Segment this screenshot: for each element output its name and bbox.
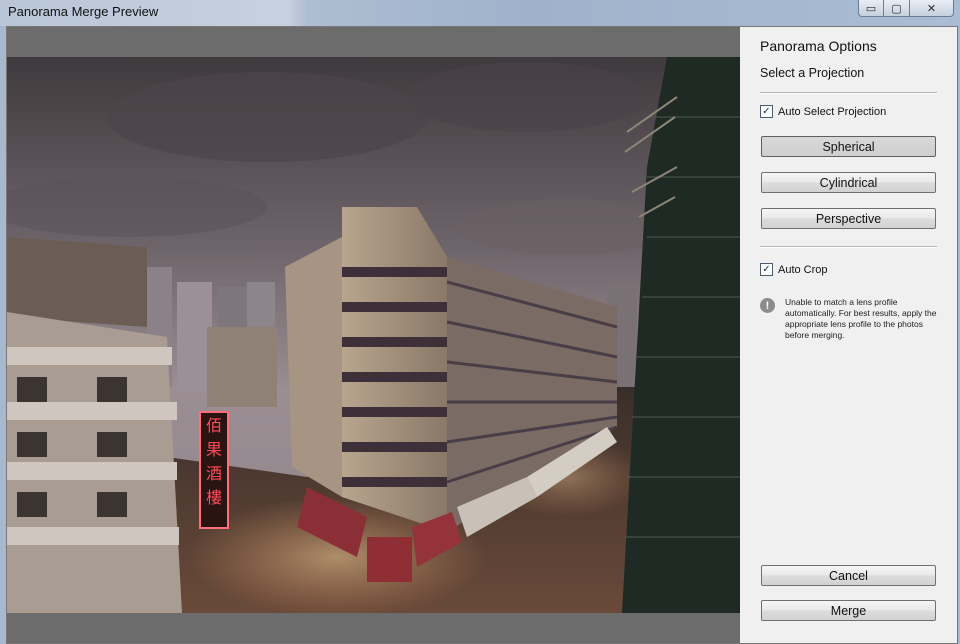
cylindrical-button[interactable]: Cylindrical: [761, 172, 936, 193]
projection-subheading: Select a Projection: [760, 66, 865, 80]
perspective-button[interactable]: Perspective: [761, 208, 936, 229]
warning-icon: !: [760, 298, 775, 313]
close-button[interactable]: ✕: [910, 0, 954, 17]
divider: [760, 92, 937, 94]
cancel-button[interactable]: Cancel: [761, 565, 936, 586]
minimize-button[interactable]: ▭: [858, 0, 884, 17]
title-bar[interactable]: Panorama Merge Preview ▭ ▢ ✕: [0, 0, 960, 26]
auto-crop-label: Auto Crop: [778, 263, 828, 276]
maximize-button[interactable]: ▢: [884, 0, 910, 17]
svg-text:佰: 佰: [206, 416, 222, 435]
close-icon: ✕: [926, 2, 937, 15]
panorama-photo: 佰 果 酒 樓: [7, 57, 740, 613]
checkbox-check-icon[interactable]: ✓: [760, 263, 773, 276]
divider: [760, 246, 937, 248]
preview-area: 佰 果 酒 樓: [7, 27, 740, 643]
window-title: Panorama Merge Preview: [8, 4, 159, 19]
panorama-options-panel: Panorama Options Select a Projection ✓ A…: [740, 27, 957, 643]
panel-heading: Panorama Options: [760, 38, 877, 54]
warning-text: Unable to match a lens profile automatic…: [785, 297, 937, 340]
maximize-icon: ▢: [891, 2, 902, 15]
spherical-button[interactable]: Spherical: [761, 136, 936, 157]
auto-crop-checkbox[interactable]: ✓ Auto Crop: [760, 263, 828, 276]
minimize-icon: ▭: [865, 2, 877, 15]
svg-text:果: 果: [206, 440, 222, 459]
auto-select-projection-checkbox[interactable]: ✓ Auto Select Projection: [760, 105, 886, 118]
merge-button[interactable]: Merge: [761, 600, 936, 621]
lens-profile-warning: ! Unable to match a lens profile automat…: [760, 297, 940, 341]
dialog-content: 佰 果 酒 樓 Panorama Options Select a Projec…: [6, 26, 958, 644]
auto-select-projection-label: Auto Select Projection: [778, 105, 887, 118]
checkbox-check-icon[interactable]: ✓: [760, 105, 773, 118]
svg-text:樓: 樓: [206, 488, 222, 507]
window-controls: ▭ ▢ ✕: [858, 0, 954, 17]
svg-text:酒: 酒: [206, 464, 222, 483]
panorama-preview-image: 佰 果 酒 樓: [7, 57, 740, 613]
